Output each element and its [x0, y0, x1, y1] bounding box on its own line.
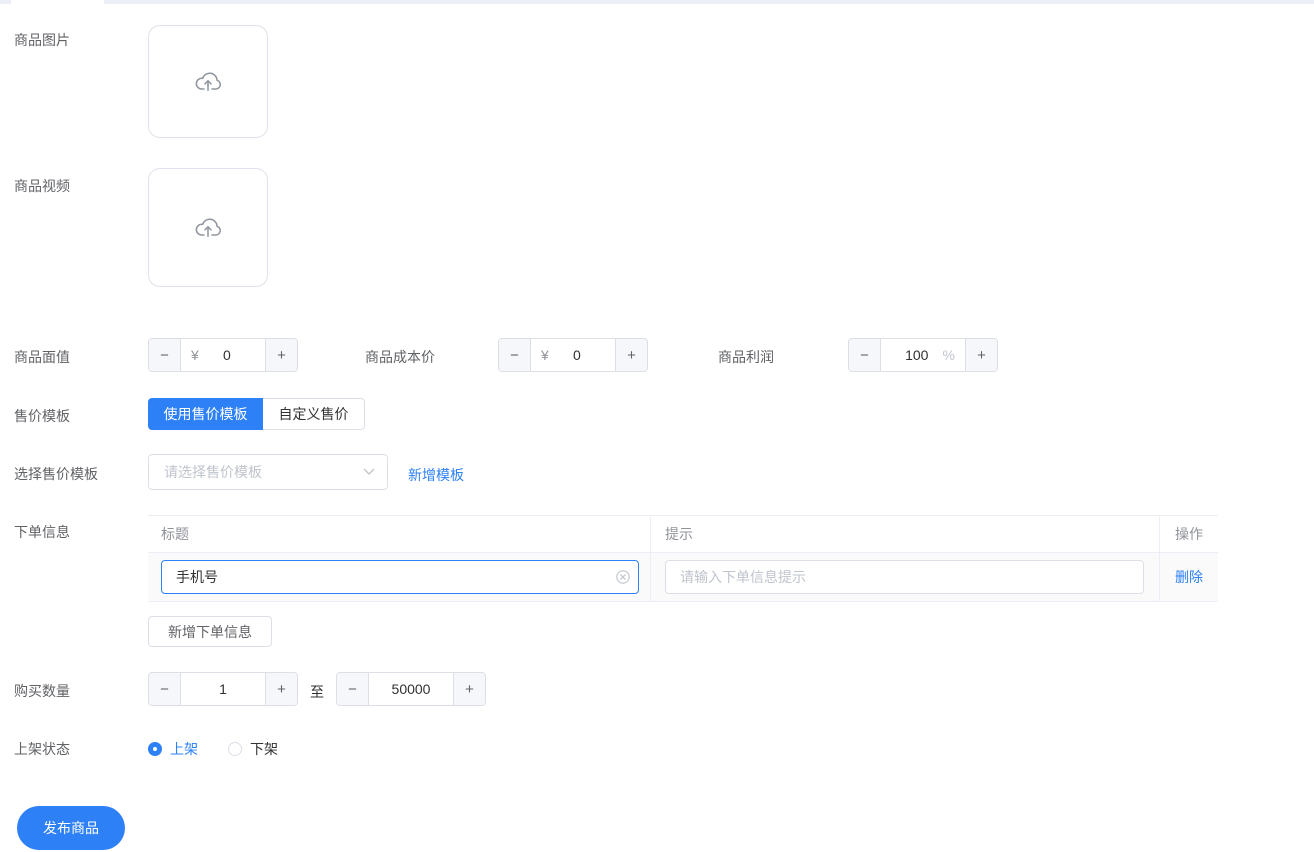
radio-unchecked-icon[interactable]: [228, 742, 242, 756]
header-action: 操作: [1160, 516, 1218, 552]
chevron-down-icon: [363, 468, 375, 476]
minus-icon[interactable]: −: [337, 673, 369, 705]
cloud-upload-icon: [192, 213, 224, 243]
plus-icon[interactable]: +: [265, 673, 297, 705]
add-template-link[interactable]: 新增模板: [408, 465, 464, 485]
minus-icon[interactable]: −: [149, 339, 181, 371]
order-info-row: 删除: [148, 553, 1218, 602]
delete-row-link[interactable]: 删除: [1175, 567, 1203, 587]
order-title-input[interactable]: [161, 560, 639, 594]
cost-price-input[interactable]: 0: [549, 347, 605, 363]
product-publish-form: 商品图片 商品视频 商品面值 − ¥ 0 + 商品成本价: [0, 0, 1314, 852]
quantity-min-stepper: − 1 +: [148, 672, 298, 706]
radio-on-shelf[interactable]: 上架: [148, 739, 198, 759]
custom-price-option[interactable]: 自定义售价: [263, 398, 365, 430]
product-image-upload[interactable]: [148, 25, 268, 138]
use-price-template-option[interactable]: 使用售价模板: [148, 398, 263, 430]
minus-icon[interactable]: −: [149, 673, 181, 705]
price-template-label: 售价模板: [14, 407, 70, 425]
purchase-quantity-label: 购买数量: [14, 682, 70, 700]
radio-off-shelf[interactable]: 下架: [228, 739, 278, 759]
product-video-label: 商品视频: [14, 177, 70, 195]
header-hint: 提示: [651, 516, 1160, 552]
quantity-range-separator: 至: [310, 682, 324, 702]
cloud-upload-icon: [192, 67, 224, 97]
face-value-label: 商品面值: [14, 348, 70, 366]
minus-icon[interactable]: −: [849, 339, 881, 371]
face-value-input[interactable]: 0: [199, 347, 255, 363]
minus-icon[interactable]: −: [499, 339, 531, 371]
radio-on-shelf-label[interactable]: 上架: [170, 739, 198, 759]
order-info-table: 标题 提示 操作 删除: [148, 515, 1218, 602]
order-hint-input[interactable]: [665, 560, 1144, 594]
yuan-prefix: ¥: [541, 347, 549, 363]
quantity-min-input[interactable]: 1: [191, 681, 255, 697]
profit-stepper: − 100 % +: [848, 338, 998, 372]
profit-input[interactable]: 100: [891, 347, 943, 363]
publish-product-button[interactable]: 发布商品: [17, 806, 125, 850]
order-info-label: 下单信息: [14, 523, 70, 541]
radio-checked-icon[interactable]: [148, 742, 162, 756]
cost-price-label: 商品成本价: [365, 348, 435, 366]
price-template-group: 使用售价模板 自定义售价: [148, 398, 365, 430]
quantity-max-stepper: − 50000 +: [336, 672, 486, 706]
face-value-stepper: − ¥ 0 +: [148, 338, 298, 372]
select-placeholder: 请选择售价模板: [164, 462, 363, 482]
order-info-table-header: 标题 提示 操作: [148, 515, 1218, 553]
product-image-label: 商品图片: [14, 31, 70, 49]
product-video-upload[interactable]: [148, 168, 268, 287]
tab-bar-border: [0, 0, 1314, 4]
order-title-field-wrap: [161, 560, 639, 594]
percent-suffix: %: [943, 347, 955, 363]
plus-icon[interactable]: +: [965, 339, 997, 371]
active-tab-indicator: [11, 0, 104, 4]
quantity-max-input[interactable]: 50000: [379, 681, 443, 697]
clear-icon[interactable]: [616, 570, 630, 584]
yuan-prefix: ¥: [191, 347, 199, 363]
radio-off-shelf-label[interactable]: 下架: [250, 739, 278, 759]
select-template-label: 选择售价模板: [14, 465, 98, 483]
shelf-status-label: 上架状态: [14, 740, 70, 758]
plus-icon[interactable]: +: [615, 339, 647, 371]
plus-icon[interactable]: +: [453, 673, 485, 705]
plus-icon[interactable]: +: [265, 339, 297, 371]
profit-label: 商品利润: [718, 348, 774, 366]
price-template-select[interactable]: 请选择售价模板: [148, 454, 388, 490]
cost-price-stepper: − ¥ 0 +: [498, 338, 648, 372]
header-title: 标题: [148, 516, 651, 552]
add-order-info-button[interactable]: 新增下单信息: [148, 616, 272, 647]
